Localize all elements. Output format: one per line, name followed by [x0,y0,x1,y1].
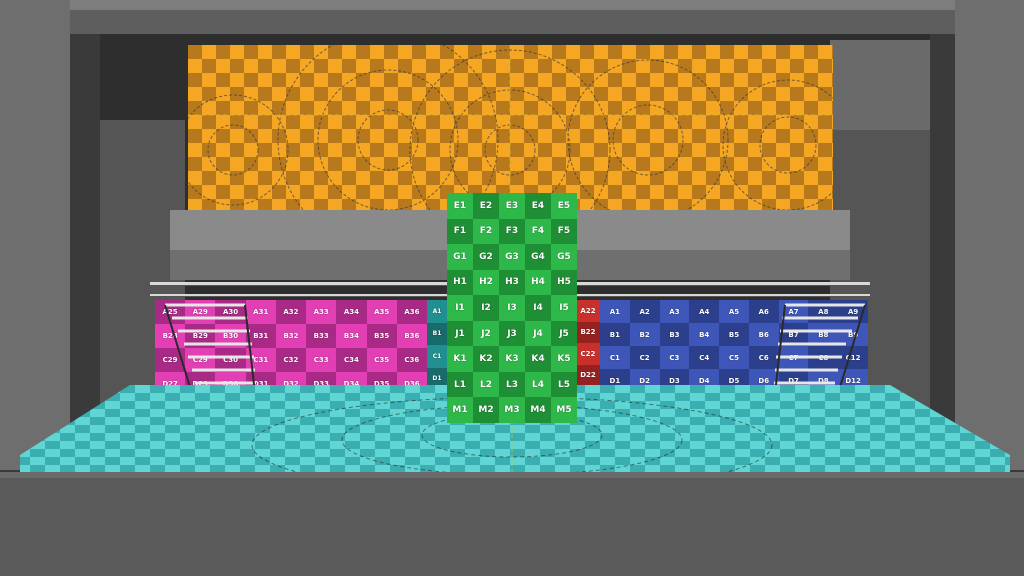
green-panel-cell: G2 [473,244,499,270]
green-panel-cell: K2 [473,346,499,372]
green-panel-cell: L1 [447,371,473,398]
pink-panel-cell: C33 [306,348,337,372]
pink-panel-cell: C35 [366,348,397,372]
pink-panel-cell: B36 [396,324,427,348]
pink-panel-cell: C34 [336,348,367,372]
green-panel-cell: J1 [447,320,473,347]
wing-right-upper [830,40,930,130]
inner-frame [70,10,955,34]
pink-panel-cell: A35 [366,300,397,324]
stage-apron [0,472,1024,576]
green-panel-cell: J3 [499,320,525,347]
red-panel-cell: B22 [576,321,600,343]
blue-panel-cell: A3 [659,300,690,323]
green-panel-cell: H3 [499,269,525,296]
blue-panel-cell: B2 [629,323,660,346]
green-panel-cell: I4 [525,295,551,321]
pink-panel-cell: B34 [336,324,367,348]
blue-panel-cell: C5 [719,346,749,369]
green-panel-cell: F1 [447,218,473,245]
green-panel-cell: H4 [525,269,551,296]
green-panel-cell: J5 [551,320,577,347]
green-panel-cell: I5 [551,295,577,321]
green-panel-cell: J4 [525,320,551,347]
red-panel-cell: A22 [576,300,600,322]
green-panel-cell: I1 [447,295,473,321]
green-panel-cell: K4 [525,346,551,372]
pink-panel-cell: A32 [275,300,307,324]
teal-panel-cell: C1 [427,345,447,368]
red-panel-cell: C22 [576,343,600,365]
green-panel-cell: E1 [447,193,473,219]
green-panel-cell: F2 [473,218,499,245]
green-screen-panel: E1 E2 E3 E4 E5 F1 F2 F3 F4 F5 G1 G2 G3 G4 G5 H1 H2 H3 H4 H5… [447,193,577,423]
blue-panel-cell: B4 [689,323,720,346]
green-panel-cell: K1 [447,346,473,372]
green-panel-cell: M3 [499,397,525,423]
pink-panel-cell: C32 [275,348,307,372]
blue-panel-cell: C3 [659,346,690,369]
green-panel-cell: M2 [473,397,499,423]
green-panel-cell: I2 [473,295,499,321]
teal-panel-cell: A1 [427,300,447,323]
green-panel-cell: H5 [551,269,577,296]
pink-panel-cell: B33 [306,324,337,348]
blue-panel-cell: A2 [629,300,660,323]
pink-panel-cell: B32 [275,324,307,348]
green-panel-cell: F3 [499,218,525,245]
green-panel-cell: K5 [551,346,577,372]
green-panel-cell: L5 [551,371,577,398]
red-panel-cell: D22 [576,364,600,386]
blue-panel-cell: B1 [600,323,630,346]
blue-panel-cell: C4 [689,346,720,369]
teal-panel-cell: B1 [427,322,447,345]
blue-panel-cell: C1 [600,346,630,369]
green-panel-cell: E3 [499,193,525,219]
red-screen-panel: A22 B22 C22 D22 [576,300,600,386]
pink-panel-cell: C36 [396,348,427,372]
green-panel-cell: J2 [473,320,499,347]
blue-panel-cell: B5 [719,323,749,346]
teal-screen-panel: A1 B1 C1 D1 [427,300,447,390]
green-panel-cell: G4 [525,244,551,270]
green-panel-cell: L2 [473,371,499,398]
green-panel-cell: M1 [447,397,473,423]
green-panel-cell: G5 [551,244,577,270]
blue-panel-cell: A4 [689,300,720,323]
green-panel-cell: M4 [525,397,551,423]
pink-panel-cell: A36 [396,300,427,324]
green-panel-cell: E2 [473,193,499,219]
green-panel-cell: L4 [525,371,551,398]
pink-panel-cell: A34 [336,300,367,324]
pink-panel-cell: B35 [366,324,397,348]
green-panel-cell: H1 [447,269,473,296]
green-panel-cell: I3 [499,295,525,321]
blue-panel-cell: B3 [659,323,690,346]
green-panel-cell: F4 [525,218,551,245]
backdrop-screen [188,45,833,215]
blue-panel-cell: C2 [629,346,660,369]
blue-panel-cell: A5 [719,300,749,323]
green-panel-cell: K3 [499,346,525,372]
green-panel-cell: L3 [499,371,525,398]
green-panel-cell: H2 [473,269,499,296]
stage-viewport: A25 A29 A30 A31 A32 A33 A34 A35 A36 B28 B29 B30 B31 B… [0,0,1024,576]
green-panel-cell: G1 [447,244,473,270]
green-panel-cell: G3 [499,244,525,270]
green-panel-cell: E4 [525,193,551,219]
green-panel-cell: E5 [551,193,577,219]
blue-panel-cell: A1 [600,300,630,323]
pink-panel-cell: A33 [306,300,337,324]
green-panel-cell: F5 [551,218,577,245]
green-panel-cell: M5 [551,397,577,423]
